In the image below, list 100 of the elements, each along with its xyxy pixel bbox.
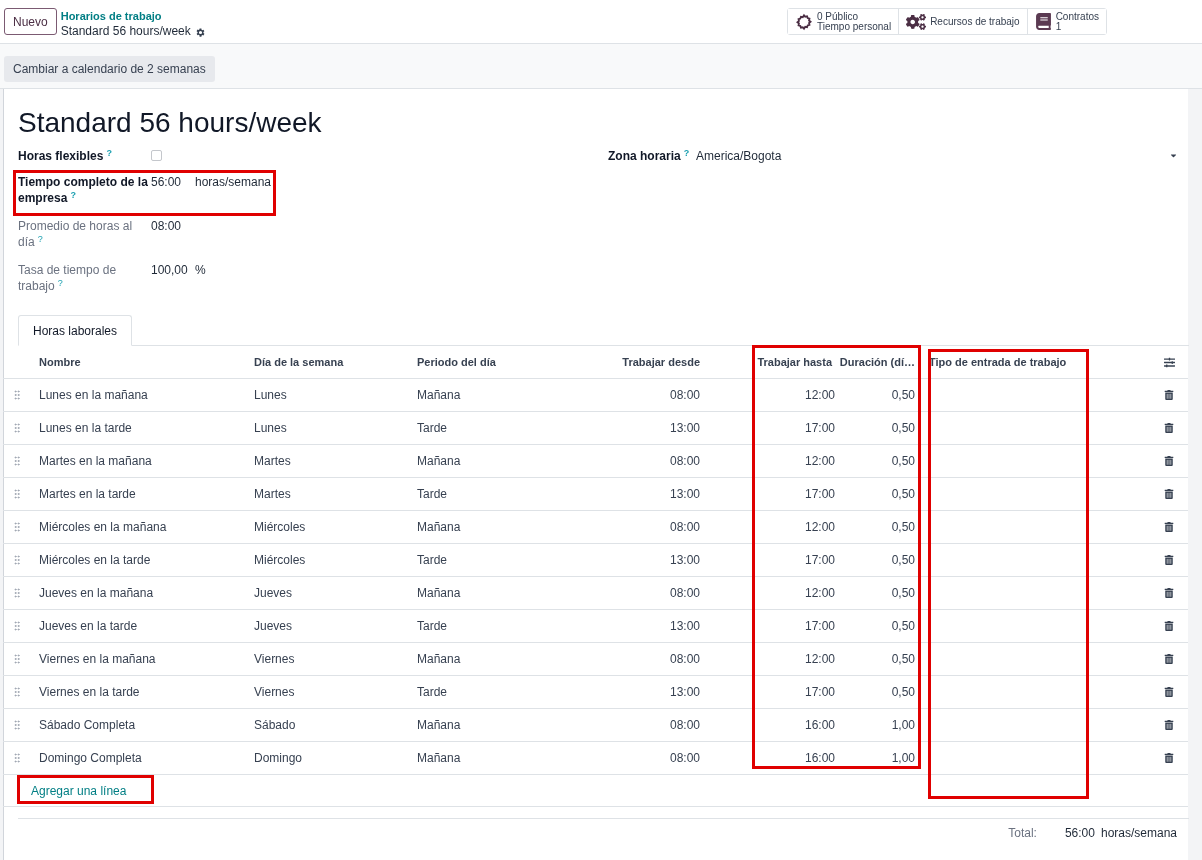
table-cell-text: Domingo Completa [39, 750, 142, 767]
delete-icon[interactable] [1164, 423, 1174, 433]
delete-icon[interactable] [1164, 390, 1174, 400]
table-cell-text: Mañana [417, 750, 461, 767]
delete-icon[interactable] [1164, 588, 1174, 598]
cogs-icon [906, 11, 927, 32]
caret-icon [1169, 151, 1178, 160]
table-cell-text: 12:00 [804, 453, 835, 470]
table-cell-text: 0,50 [891, 453, 915, 470]
table-cell-text: 0,50 [891, 618, 915, 635]
table-cell-text: 1,00 [891, 750, 915, 767]
stat-button[interactable]: Contratos 1 [1026, 9, 1106, 34]
table-cell-text: Miércoles [254, 552, 306, 569]
table-cell-text: Domingo [254, 750, 303, 767]
field-value: 56:00 [151, 174, 183, 191]
column-header[interactable]: Trabajar desde [622, 353, 700, 371]
table-cell-text: 0,50 [891, 486, 915, 503]
total-unit: horas/semana [1100, 824, 1177, 842]
column-header[interactable]: Trabajar hasta [757, 353, 832, 371]
table-cell-text: 12:00 [804, 387, 835, 404]
table-cell-text: Tarde [417, 420, 448, 437]
timezone-select[interactable]: America/Bogota [696, 148, 1178, 166]
table-cell-text: Martes [254, 486, 291, 503]
table-cell-text: 13:00 [669, 420, 700, 437]
table-cell-text: 13:00 [669, 486, 700, 503]
field-label: Tiempo completo de la empresa $^{?}$ [18, 174, 148, 207]
table-cell-text: Viernes [254, 651, 295, 668]
table-cell-text: Jueves en la tarde [39, 618, 138, 635]
table-cell-text: 16:00 [804, 717, 835, 734]
table-cell-text: Jueves [254, 585, 293, 602]
table-cell-text: Mañana [417, 651, 461, 668]
table-cell-text: Jueves en la mañana [39, 585, 154, 602]
table-cell-text: 17:00 [804, 552, 835, 569]
table-cell-text: 17:00 [804, 618, 835, 635]
breadcrumb-link[interactable]: Horarios de trabajo [60, 9, 206, 23]
table-cell-text: Miércoles en la tarde [39, 552, 151, 569]
table-cell-text: Tarde [417, 684, 448, 701]
optional-columns-icon[interactable] [1163, 356, 1175, 368]
table-cell-text: Jueves [254, 618, 293, 635]
column-header[interactable]: Periodo del día [417, 353, 496, 371]
column-header[interactable]: Día de la semana [254, 353, 344, 371]
table-cell-text: Martes en la tarde [39, 486, 136, 503]
table-cell-text: Tarde [417, 618, 448, 635]
form-title: Standard 56 hours/week [18, 106, 323, 140]
table-cell-text: 12:00 [804, 519, 835, 536]
field-value: 08:00 [151, 218, 183, 235]
field-label: Promedio de horas al día $^{?}$ [18, 218, 134, 251]
unit-label: % [195, 262, 206, 279]
delete-icon[interactable] [1164, 687, 1174, 697]
tab[interactable]: Horas laborales [18, 315, 133, 346]
table-cell-text: 12:00 [804, 585, 835, 602]
delete-icon[interactable] [1164, 654, 1174, 664]
table-cell-text: 13:00 [669, 552, 700, 569]
table-cell-text: Mañana [417, 717, 461, 734]
table-cell-text: Martes en la mañana [39, 453, 152, 470]
record-name: Standard 56 hours/week [60, 24, 191, 38]
column-header[interactable]: Nombre [39, 353, 81, 371]
table-cell-text: 0,50 [891, 684, 915, 701]
delete-icon[interactable] [1164, 753, 1174, 763]
add-line-link[interactable]: Agregar una línea [31, 781, 127, 800]
table-cell-text: 0,50 [891, 519, 915, 536]
table-cell-text: Viernes [254, 684, 295, 701]
total-value: 56:00 [1064, 824, 1095, 842]
table-cell-text: Viernes en la mañana [39, 651, 156, 668]
table-cell-text: Miércoles en la mañana [39, 519, 167, 536]
table-cell-text: 17:00 [804, 486, 835, 503]
delete-icon[interactable] [1164, 522, 1174, 532]
delete-icon[interactable] [1164, 621, 1174, 631]
table-cell-text: 0,50 [891, 552, 915, 569]
cog-outline-icon [795, 12, 813, 31]
table-cell-text: Mañana [417, 387, 461, 404]
total-label: Total: [1008, 824, 1037, 842]
table-cell-text: 0,50 [891, 387, 915, 404]
settings-icon[interactable] [194, 26, 206, 38]
table-cell-text: 17:00 [804, 684, 835, 701]
table-cell-text: Lunes en la tarde [39, 420, 132, 437]
switch-calendar-button[interactable]: Cambiar a calendario de 2 semanas [4, 56, 215, 82]
table-cell-text: 13:00 [669, 618, 700, 635]
table-cell-text: 08:00 [669, 585, 700, 602]
delete-icon[interactable] [1164, 456, 1174, 466]
table-cell-text: Tarde [417, 486, 448, 503]
table-cell-text: 08:00 [669, 453, 700, 470]
column-header[interactable]: Duración (dí… [839, 353, 915, 371]
table-cell-text: Sábado Completa [39, 717, 136, 734]
table-cell-text: Lunes [254, 420, 287, 437]
field-label: Zona horaria $^{?}$ [608, 148, 691, 165]
column-header[interactable]: Tipo de entrada de trabajo [929, 353, 1067, 371]
table-cell-text: Sábado [254, 717, 296, 734]
table-cell-text: Viernes en la tarde [39, 684, 140, 701]
table-cell-text: 0,50 [891, 420, 915, 437]
new-button[interactable]: Nuevo [4, 8, 57, 35]
delete-icon[interactable] [1164, 489, 1174, 499]
table-cell-text: Tarde [417, 552, 448, 569]
table-cell-text: 08:00 [669, 717, 700, 734]
table-cell-text: Lunes en la mañana [39, 387, 148, 404]
delete-icon[interactable] [1164, 555, 1174, 565]
delete-icon[interactable] [1164, 720, 1174, 730]
book-icon [1034, 13, 1052, 30]
table-cell-text: 17:00 [804, 420, 835, 437]
checkbox[interactable] [151, 150, 162, 161]
